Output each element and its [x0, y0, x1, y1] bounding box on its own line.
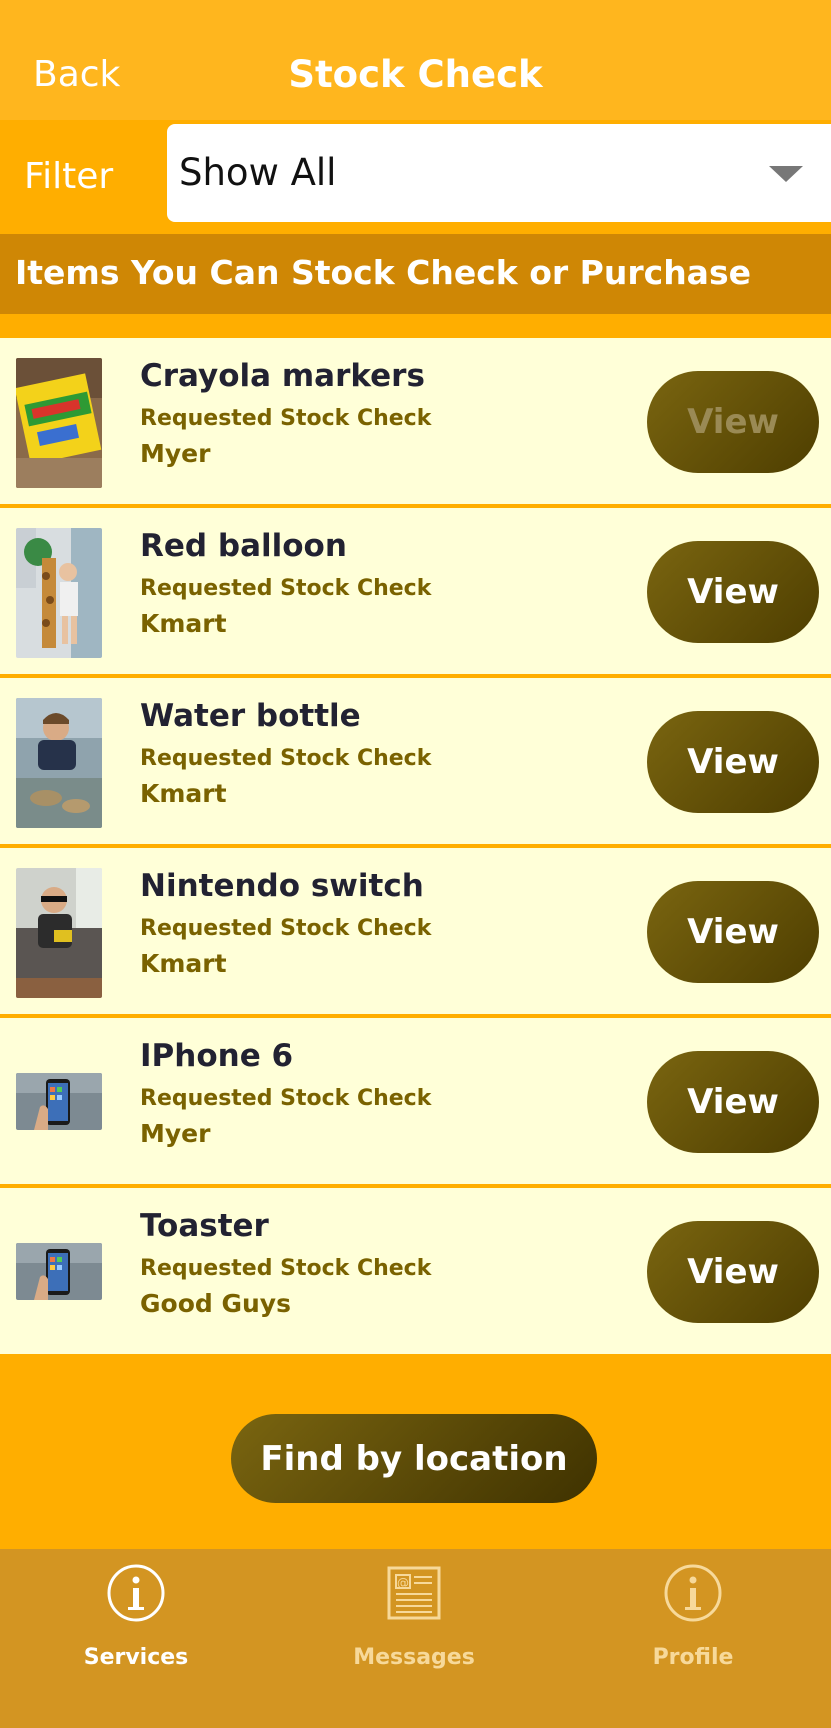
view-button[interactable]: View	[647, 881, 819, 983]
page-title: Stock Check	[288, 53, 543, 96]
phone-in-hand-photo	[16, 1073, 102, 1130]
view-button[interactable]: View	[647, 711, 819, 813]
item-store: Myer	[140, 1119, 211, 1148]
section-header: Items You Can Stock Check or Purchase	[0, 234, 831, 314]
filter-selected-value: Show All	[179, 151, 337, 194]
tab-label: Services	[83, 1645, 189, 1670]
tab-label: Messages	[353, 1645, 475, 1670]
phone-in-hand-photo	[16, 1243, 102, 1300]
item-name: Red balloon	[140, 528, 347, 564]
bottom-tab-bar: Services @ Messages Profile	[0, 1549, 831, 1728]
item-image	[16, 358, 102, 488]
crayola-markers-photo	[16, 358, 102, 488]
child-with-giraffe-photo	[16, 528, 102, 658]
item-store: Good Guys	[140, 1289, 291, 1318]
view-button[interactable]: View	[647, 1051, 819, 1153]
item-status: Requested Stock Check	[140, 406, 432, 431]
item-store: Kmart	[140, 949, 227, 978]
item-image	[16, 528, 102, 658]
list-item: Nintendo switch Requested Stock Check Km…	[0, 848, 831, 1014]
item-name: Water bottle	[140, 698, 361, 734]
list-item: Toaster Requested Stock Check Good Guys …	[0, 1188, 831, 1354]
newspaper-icon: @	[387, 1566, 441, 1620]
app-header: Back Stock Check	[0, 0, 831, 120]
find-by-location-button[interactable]: Find by location	[231, 1414, 597, 1503]
item-image	[16, 868, 102, 998]
list-item: Crayola markers Requested Stock Check My…	[0, 338, 831, 504]
item-image	[16, 1243, 102, 1300]
tab-messages[interactable]: @ Messages	[314, 1563, 514, 1673]
svg-text:@: @	[397, 1576, 409, 1590]
chevron-down-icon	[769, 166, 803, 182]
item-store: Kmart	[140, 779, 227, 808]
item-store: Myer	[140, 439, 211, 468]
list-item: Red balloon Requested Stock Check Kmart …	[0, 508, 831, 674]
info-icon	[664, 1564, 722, 1622]
item-status: Requested Stock Check	[140, 916, 432, 941]
item-image	[16, 1073, 102, 1130]
filter-dropdown[interactable]: Show All	[167, 124, 831, 222]
view-button[interactable]: View	[647, 1221, 819, 1323]
item-name: IPhone 6	[140, 1038, 294, 1074]
tab-services[interactable]: Services	[36, 1563, 236, 1673]
filter-row: Filter Show All	[0, 120, 831, 234]
item-name: Toaster	[140, 1208, 269, 1244]
tab-profile[interactable]: Profile	[593, 1563, 793, 1673]
view-button[interactable]: View	[647, 541, 819, 643]
item-name: Nintendo switch	[140, 868, 424, 904]
list-item: IPhone 6 Requested Stock Check Myer View	[0, 1018, 831, 1184]
item-status: Requested Stock Check	[140, 746, 432, 771]
item-status: Requested Stock Check	[140, 576, 432, 601]
item-image	[16, 698, 102, 828]
view-button[interactable]: View	[647, 371, 819, 473]
item-status: Requested Stock Check	[140, 1256, 432, 1281]
filter-label: Filter	[24, 156, 114, 197]
item-status: Requested Stock Check	[140, 1086, 432, 1111]
boy-with-mask-photo	[16, 868, 102, 998]
list-item: Water bottle Requested Stock Check Kmart…	[0, 678, 831, 844]
section-title: Items You Can Stock Check or Purchase	[15, 253, 751, 292]
item-store: Kmart	[140, 609, 227, 638]
item-name: Crayola markers	[140, 358, 425, 394]
info-icon	[107, 1564, 165, 1622]
tab-label: Profile	[652, 1645, 734, 1670]
boy-at-beach-photo	[16, 698, 102, 828]
